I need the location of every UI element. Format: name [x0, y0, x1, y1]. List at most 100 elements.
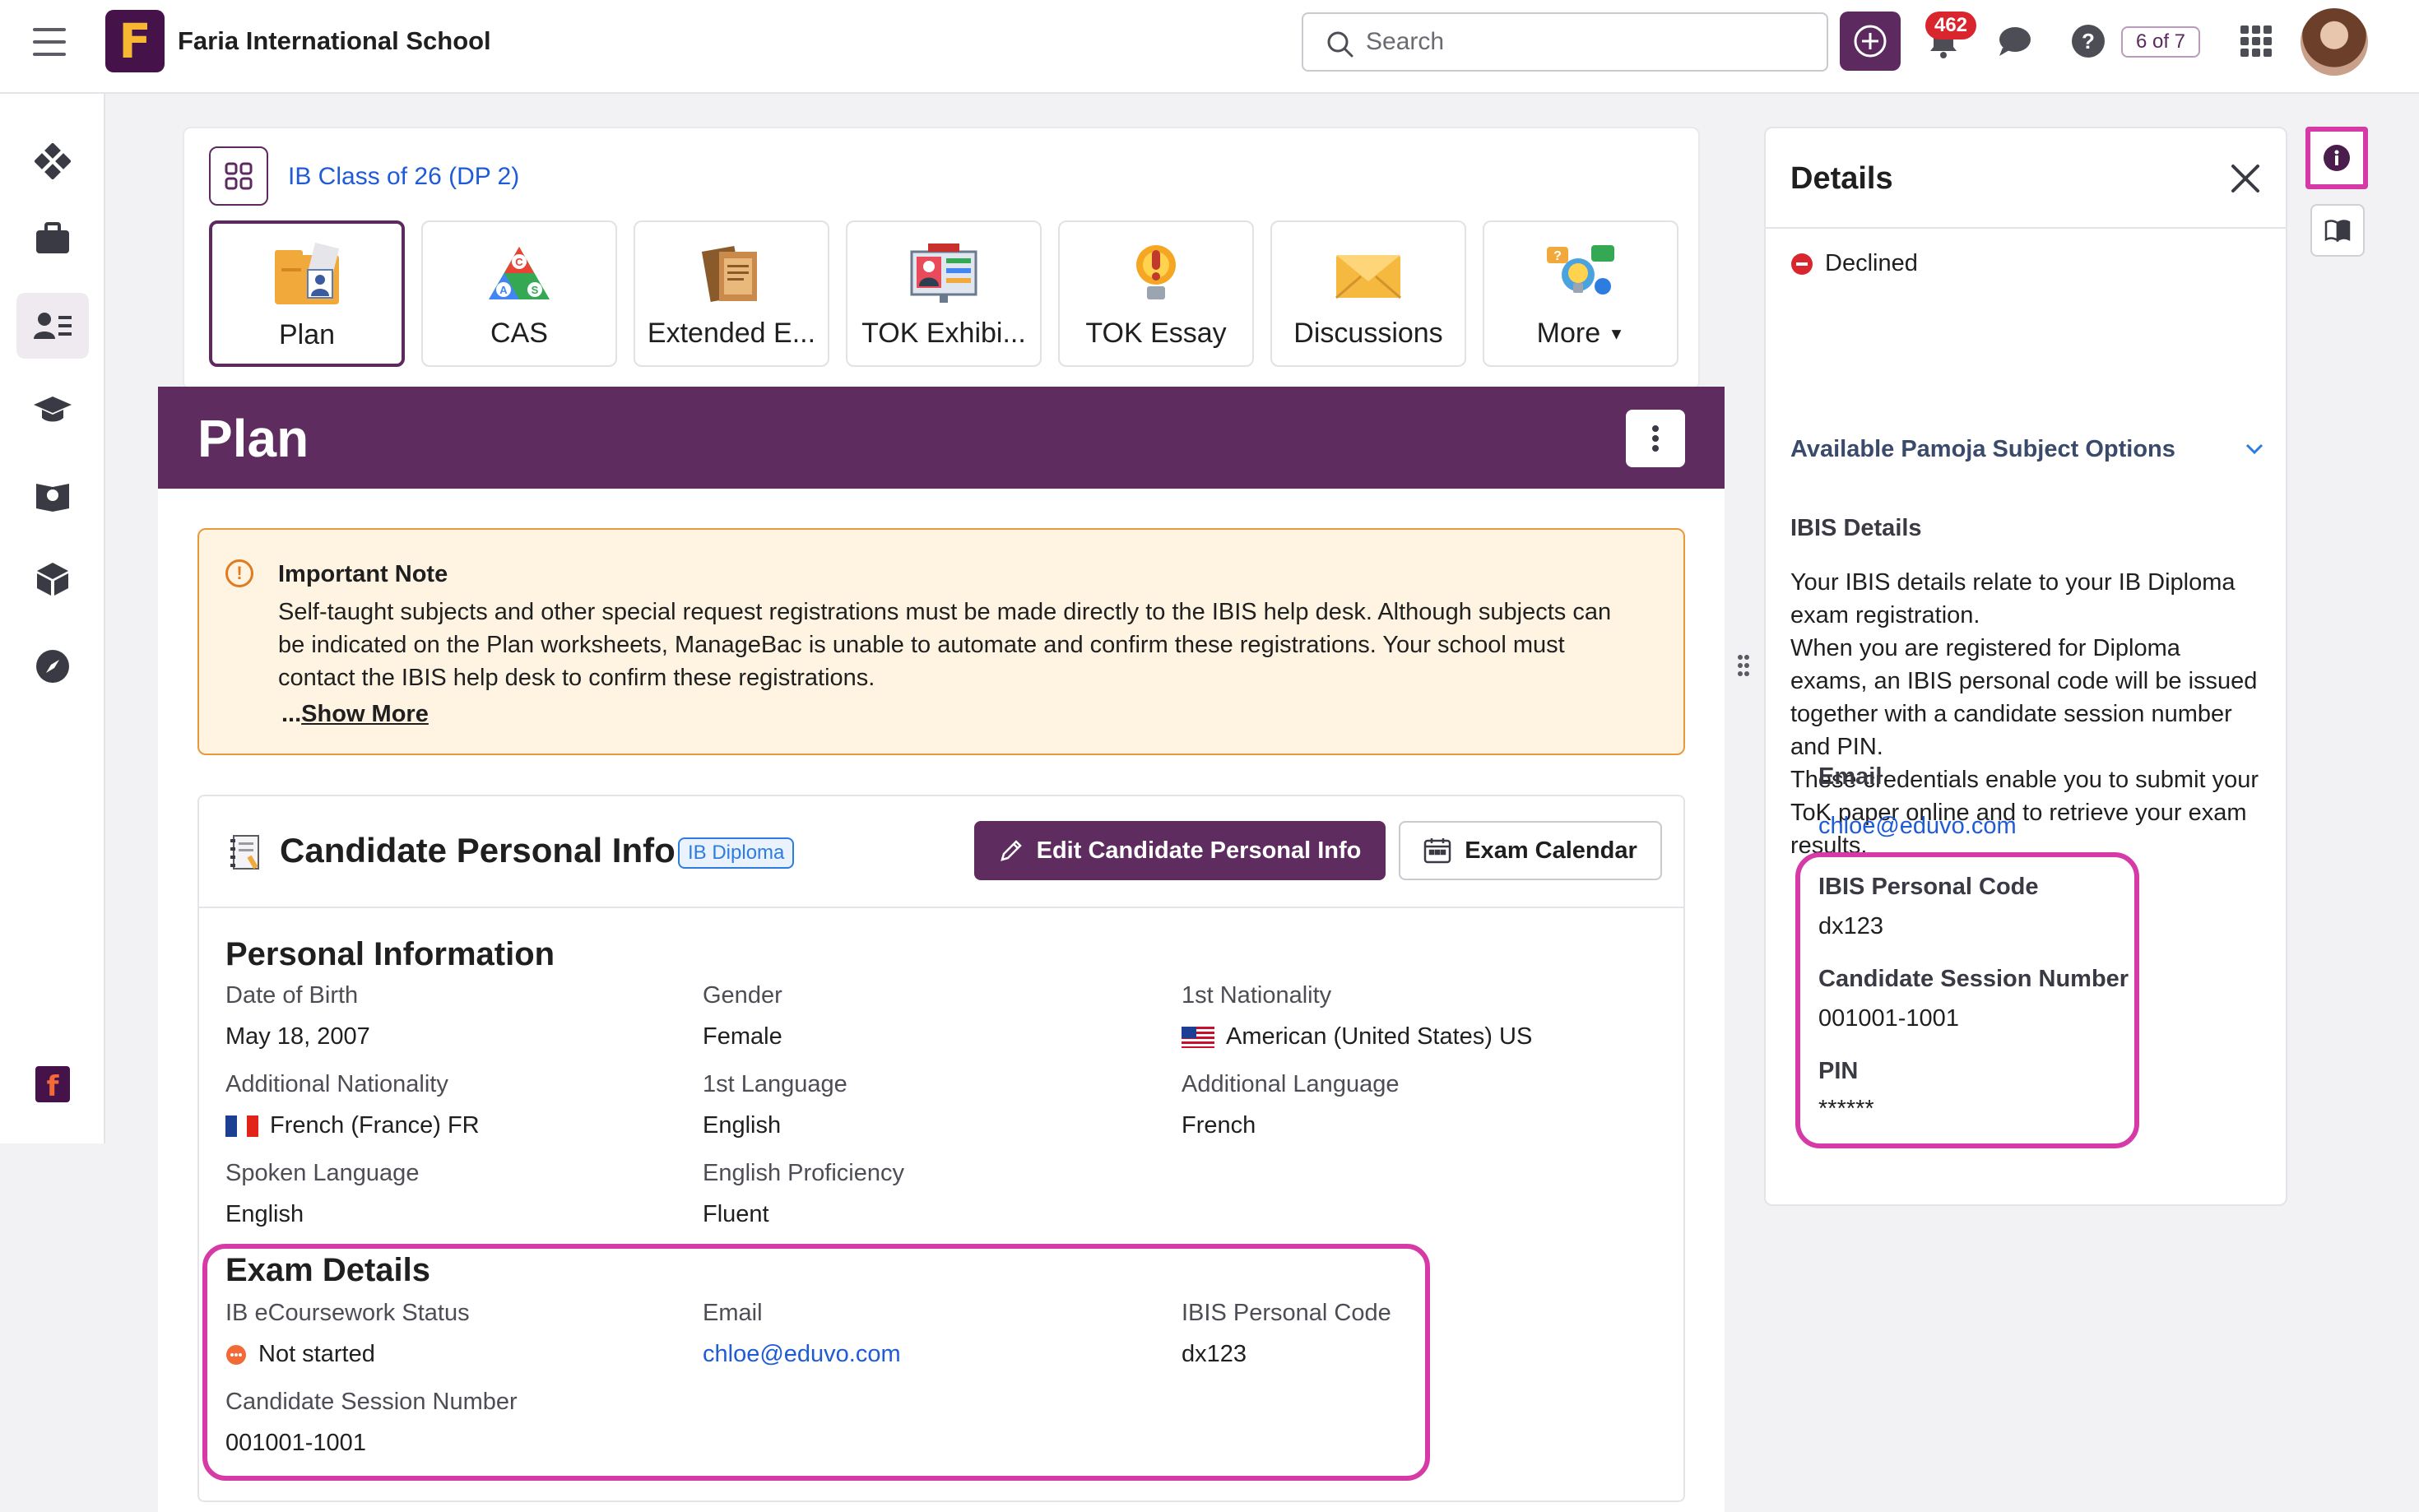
graduation-cap-icon: [34, 397, 72, 422]
info-panel-toggle[interactable]: [2305, 127, 2368, 189]
pamoja-options-accordion[interactable]: Available Pamoja Subject Options: [1790, 436, 2264, 463]
tab-label: TOK Exhibi...: [861, 318, 1026, 349]
declined-icon: [1791, 253, 1813, 275]
chat-icon: [1999, 27, 2031, 56]
edit-candidate-info-button[interactable]: Edit Candidate Personal Info: [974, 821, 1386, 880]
search-input[interactable]: Search: [1302, 12, 1828, 72]
tok-exhibition-icon: [910, 243, 977, 303]
svg-text:C: C: [515, 256, 523, 268]
tab-more[interactable]: ? More ▼: [1483, 220, 1678, 367]
nav-programmes[interactable]: [16, 377, 89, 443]
details-email-link[interactable]: chloe@eduvo.com: [1818, 813, 2017, 840]
svg-text:?: ?: [1553, 249, 1562, 263]
tab-extended-essay[interactable]: Extended E...: [634, 220, 829, 367]
info-icon: [2324, 145, 2350, 171]
first-language-label: 1st Language: [703, 1071, 847, 1097]
left-nav: f: [0, 94, 105, 1143]
spoken-language-label: Spoken Language: [225, 1160, 420, 1186]
nav-resources[interactable]: [16, 546, 89, 612]
fr-flag-icon: [225, 1115, 258, 1137]
svg-text:A: A: [499, 284, 508, 296]
kebab-icon: [1652, 425, 1659, 452]
declined-text: Declined: [1825, 250, 1918, 276]
notification-badge: 462: [1925, 12, 1976, 39]
spoken-language-value: English: [225, 1201, 304, 1227]
gender-label: Gender: [703, 982, 782, 1009]
personal-info-title: Personal Information: [225, 936, 555, 972]
ibis-details-heading: IBIS Details: [1790, 515, 1922, 541]
briefcase-icon: [36, 222, 69, 253]
tab-plan[interactable]: Plan: [209, 220, 405, 367]
tab-tok-essay[interactable]: TOK Essay: [1058, 220, 1254, 367]
user-avatar[interactable]: [2301, 8, 2368, 76]
show-more-link[interactable]: ...Show More: [281, 701, 429, 728]
grid-icon: [225, 162, 253, 190]
help-button[interactable]: ?: [2064, 16, 2113, 66]
additional-nationality-label: Additional Nationality: [225, 1071, 448, 1097]
guide-pager[interactable]: 6 of 7: [2121, 26, 2200, 58]
nav-classes[interactable]: [16, 206, 89, 271]
additional-nationality-text: French (France) FR: [270, 1112, 480, 1139]
us-flag-icon: [1182, 1026, 1214, 1048]
page-title: Plan: [197, 409, 309, 468]
class-name-link[interactable]: IB Class of 26 (DP 2): [288, 163, 519, 191]
menu-icon[interactable]: [33, 28, 66, 56]
tab-label: Discussions: [1293, 318, 1443, 349]
nationality-text: American (United States) US: [1226, 1023, 1533, 1050]
guide-panel-toggle[interactable]: [2310, 204, 2365, 257]
tab-more-label: More: [1536, 318, 1601, 349]
svg-text:S: S: [532, 284, 539, 296]
class-switcher-button[interactable]: [209, 146, 268, 206]
note-body: Self-taught subjects and other special r…: [278, 599, 1612, 691]
exam-details-highlight: [202, 1244, 1430, 1481]
details-title: Details: [1790, 161, 1893, 196]
school-logo[interactable]: F: [105, 10, 165, 72]
faria-icon: f: [35, 1066, 70, 1102]
candidate-info-header: Candidate Personal Info IB Diploma Edit …: [199, 796, 1683, 908]
plan-options-button[interactable]: [1626, 410, 1685, 467]
nav-library[interactable]: [16, 462, 89, 528]
dob-value: May 18, 2007: [225, 1023, 370, 1050]
tab-cas[interactable]: C A S C A S: [421, 220, 617, 367]
additional-language-label: Additional Language: [1182, 1071, 1400, 1097]
nationality-label: 1st Nationality: [1182, 982, 1332, 1009]
dashboard-icon: [35, 143, 71, 179]
details-header: Details: [1766, 128, 2286, 229]
logo-letter: F: [118, 13, 151, 69]
details-email-label: Email: [1818, 763, 1883, 790]
important-note: ! Important Note Self-taught subjects an…: [197, 528, 1685, 755]
nav-students[interactable]: [16, 293, 89, 359]
additional-nationality-value: French (France) FR: [225, 1112, 480, 1139]
nationality-value: American (United States) US: [1182, 1023, 1532, 1051]
plan-icon: [275, 242, 340, 304]
apps-button[interactable]: [2231, 16, 2281, 66]
add-icon: [1854, 25, 1887, 58]
chevron-down-icon: [2245, 443, 2263, 455]
tok-essay-icon: [1136, 245, 1176, 299]
accordion-label: Available Pamoja Subject Options: [1790, 436, 2175, 462]
additional-language-value: French: [1182, 1112, 1256, 1139]
tab-label: Plan: [278, 319, 336, 350]
drag-handle-icon[interactable]: [1736, 653, 1751, 678]
tab-bar: Plan C A S C A S Extended E... TOK Exhibi...…: [209, 220, 1678, 367]
messages-button[interactable]: [1990, 16, 2039, 66]
nav-explore[interactable]: [16, 633, 89, 699]
ibis-credentials-highlight: [1795, 852, 2139, 1148]
student-card-icon: [34, 313, 72, 339]
close-icon[interactable]: [2230, 163, 2261, 194]
tab-label: Extended E...: [647, 318, 816, 349]
svg-text:?: ?: [2082, 29, 2095, 53]
cas-icon: C A S: [489, 247, 550, 299]
exam-calendar-button[interactable]: Exam Calendar: [1399, 821, 1662, 880]
nav-dashboard[interactable]: [16, 128, 89, 194]
add-button[interactable]: [1840, 12, 1901, 71]
note-ellipsis: ...: [281, 701, 302, 727]
tab-discussions[interactable]: Discussions: [1270, 220, 1466, 367]
warning-icon: !: [225, 559, 253, 587]
nav-faria[interactable]: f: [16, 1051, 89, 1117]
tab-tok-exhibition[interactable]: TOK Exhibi...: [846, 220, 1042, 367]
school-name[interactable]: Faria International School: [178, 26, 491, 56]
plan-banner: Plan: [158, 387, 1725, 489]
ib-diploma-badge: IB Diploma: [678, 837, 795, 869]
edit-button-label: Edit Candidate Personal Info: [1036, 837, 1362, 864]
